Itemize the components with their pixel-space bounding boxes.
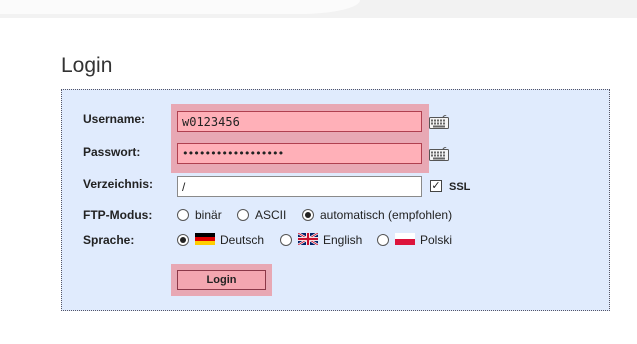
poland-flag-icon bbox=[395, 233, 415, 245]
top-banner bbox=[0, 0, 637, 18]
uk-flag-icon bbox=[298, 233, 318, 245]
language-deutsch-label: Deutsch bbox=[220, 233, 265, 247]
password-label: Passwort: bbox=[83, 145, 141, 159]
top-banner-curve bbox=[0, 0, 360, 14]
ftp-mode-auto-label: automatisch (empfohlen) bbox=[320, 208, 453, 222]
ssl-label: SSL bbox=[449, 181, 471, 193]
password-field[interactable]: •••••••••••••••••• bbox=[177, 143, 422, 164]
username-label: Username: bbox=[83, 112, 146, 126]
language-english-label: English bbox=[323, 233, 363, 247]
virtual-keyboard-icon[interactable] bbox=[429, 147, 449, 162]
directory-label: Verzeichnis: bbox=[83, 177, 154, 191]
login-button[interactable]: Login bbox=[177, 270, 266, 290]
language-english-radio[interactable] bbox=[280, 234, 292, 246]
ssl-checkbox[interactable]: ✓ bbox=[430, 180, 442, 192]
virtual-keyboard-icon[interactable] bbox=[429, 115, 449, 130]
ftp-mode-binary-label: binär bbox=[195, 208, 222, 222]
page-title: Login bbox=[61, 54, 113, 77]
language-polski-radio[interactable] bbox=[377, 234, 389, 246]
ftp-mode-auto-radio[interactable] bbox=[302, 209, 314, 221]
ftp-mode-label: FTP-Modus: bbox=[83, 208, 153, 222]
username-field[interactable]: w0123456 bbox=[177, 111, 422, 132]
language-label: Sprache: bbox=[83, 233, 135, 247]
germany-flag-icon bbox=[195, 233, 215, 245]
ftp-mode-binary-radio[interactable] bbox=[177, 209, 189, 221]
ftp-mode-ascii-radio[interactable] bbox=[237, 209, 249, 221]
language-deutsch-radio[interactable] bbox=[177, 234, 189, 246]
directory-field[interactable]: / bbox=[177, 176, 422, 197]
ftp-mode-ascii-label: ASCII bbox=[255, 208, 287, 222]
language-polski-label: Polski bbox=[420, 233, 453, 247]
